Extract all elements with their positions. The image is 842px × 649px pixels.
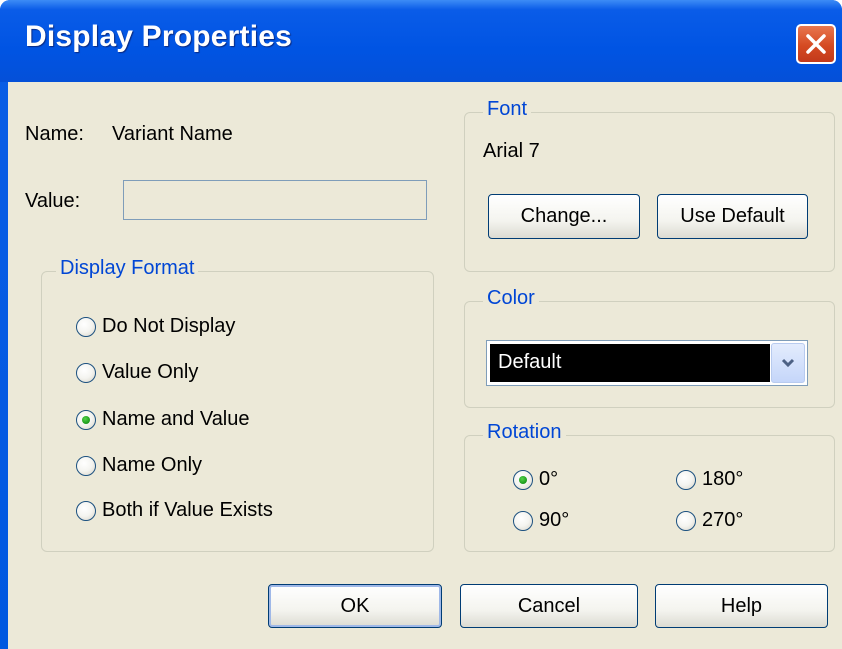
color-select[interactable]: Default [486,340,808,386]
name-label: Name: [25,123,84,145]
radio-rotation-0[interactable]: 0° [513,468,558,491]
radio-button[interactable] [513,510,533,531]
radio-button[interactable] [76,500,96,521]
radio-rotation-270[interactable]: 270° [676,509,743,532]
title-bar[interactable]: Display Properties [0,0,842,82]
rotation-title: Rotation [483,421,566,444]
help-button[interactable]: Help [655,584,828,628]
font-current: Arial 7 [483,140,540,162]
radio-button[interactable] [76,362,96,383]
font-group: Font [464,98,835,272]
color-title: Color [483,287,539,310]
change-font-button[interactable]: Change... [488,194,640,239]
radio-name-only[interactable]: Name Only [76,454,202,477]
radio-value-only[interactable]: Value Only [76,361,198,384]
radio-button[interactable] [676,510,696,531]
radio-button[interactable] [76,455,96,476]
radio-button[interactable] [676,469,696,490]
radio-rotation-90[interactable]: 90° [513,509,569,532]
font-title: Font [483,98,532,121]
radio-name-and-value[interactable]: Name and Value [76,408,250,431]
color-dropdown-button[interactable] [771,343,805,383]
value-field[interactable] [123,180,427,220]
close-icon [806,34,826,54]
radio-both-if-value-exists[interactable]: Both if Value Exists [76,499,273,522]
display-format-title: Display Format [56,257,199,280]
use-default-font-button[interactable]: Use Default [657,194,808,239]
dialog-body: Name: Variant Name Value: Display Format… [8,82,842,649]
radio-rotation-180[interactable]: 180° [676,468,743,491]
radio-button[interactable] [76,316,96,337]
window-title: Display Properties [25,20,293,53]
color-select-value: Default [490,344,770,382]
radio-button-selected[interactable] [76,409,96,430]
chevron-down-icon [781,358,795,368]
close-button[interactable] [796,24,836,64]
name-value: Variant Name [112,123,233,145]
ok-button[interactable]: OK [268,584,442,628]
radio-dot-icon [82,415,90,424]
radio-dot-icon [519,475,527,484]
rotation-group: Rotation [464,421,835,552]
dialog-window: Display Properties Name: Variant Name Va… [0,0,842,649]
value-label: Value: [25,190,81,212]
cancel-button[interactable]: Cancel [460,584,638,628]
radio-button-selected[interactable] [513,469,533,490]
radio-do-not-display[interactable]: Do Not Display [76,315,235,338]
